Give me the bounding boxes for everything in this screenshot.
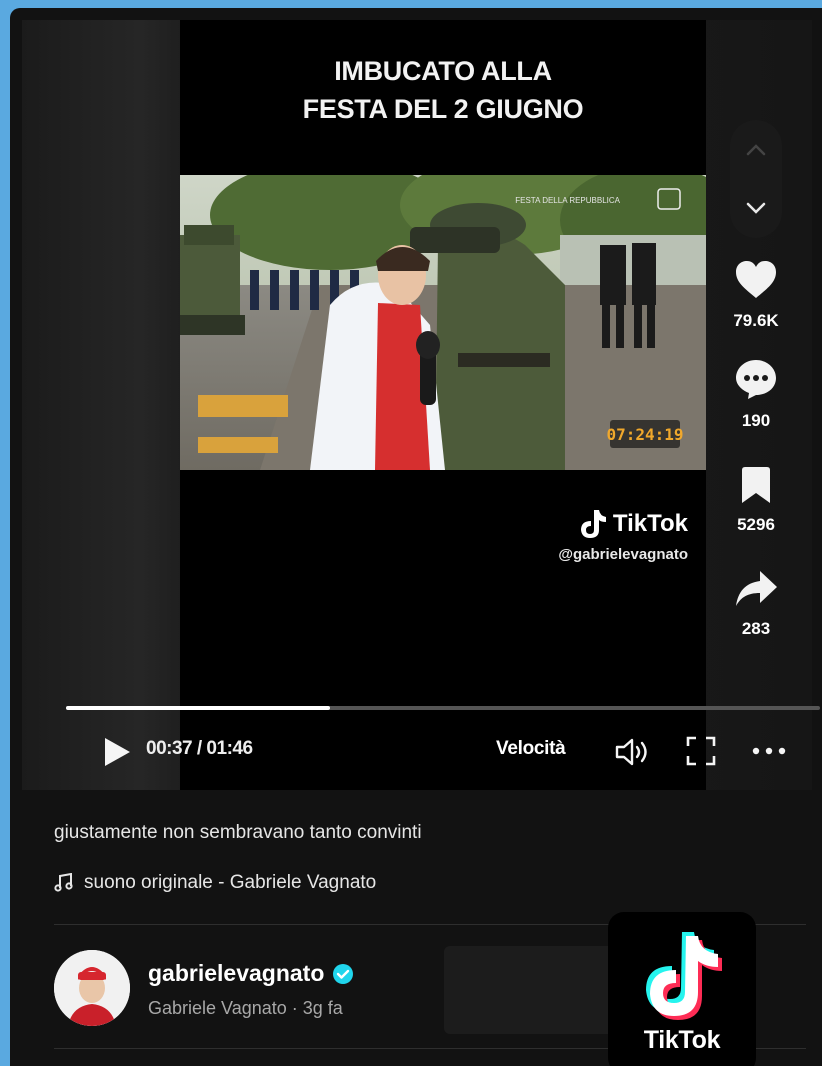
follow-area[interactable] (444, 946, 614, 1034)
heart-icon[interactable] (734, 260, 778, 300)
save-count: 5296 (737, 515, 775, 534)
app-window: IMBUCATO ALLA FESTA DEL 2 GIUGNO 07:24:1… (10, 8, 822, 1066)
progress-bar[interactable] (66, 706, 820, 710)
video-title-line-1: IMBUCATO ALLA (334, 56, 552, 86)
tiktok-logo-icon (646, 932, 722, 1020)
music-title: suono originale - Gabriele Vagnato (84, 872, 377, 893)
share-count: 283 (741, 619, 771, 638)
chevron-down-icon (746, 202, 766, 214)
video-nav (730, 120, 782, 238)
video-channel-overlay: FESTA DELLA REPUBBLICA (515, 196, 620, 205)
more-icon[interactable] (752, 746, 786, 756)
avatar-image (54, 950, 130, 1026)
share-action[interactable]: 283 (720, 570, 792, 639)
comment-count: 190 (741, 411, 771, 430)
next-video-button[interactable] (730, 180, 782, 236)
video-title-overlay: IMBUCATO ALLA FESTA DEL 2 GIUGNO (180, 52, 706, 128)
video-title-line-2: FESTA DEL 2 GIUGNO (302, 94, 584, 124)
bookmark-icon[interactable] (739, 466, 773, 504)
playback-time: 00:37 / 01:46 (146, 738, 253, 759)
volume-icon[interactable] (615, 736, 651, 768)
comment-icon[interactable] (734, 358, 778, 400)
author-display-name: Gabriele Vagnato · 3g fa (148, 998, 343, 1018)
video-clock-overlay: 07:24:19 (606, 425, 683, 444)
progress-fill (66, 706, 330, 710)
comment-action[interactable]: 190 (720, 358, 792, 431)
tiktok-watermark: TikTok @gabrielevagnato (558, 508, 688, 563)
watermark-brand: TikTok (612, 510, 688, 537)
fullscreen-icon[interactable] (686, 736, 716, 766)
tiktok-logo-icon (580, 510, 606, 538)
speed-button[interactable]: Velocità (496, 738, 566, 760)
music-note-icon (54, 873, 73, 892)
previous-video-button[interactable] (730, 122, 782, 178)
play-icon[interactable] (102, 736, 132, 768)
share-icon[interactable] (734, 570, 778, 608)
author-username[interactable]: gabrielevagnato (148, 960, 354, 987)
verified-icon (333, 963, 354, 984)
music-link[interactable]: suono originale - Gabriele Vagnato (54, 872, 376, 894)
video-scene-illustration: 07:24:19 FESTA DELLA REPUBBLICA (180, 175, 706, 470)
like-action[interactable]: 79.6K (720, 260, 792, 331)
avatar[interactable] (54, 950, 130, 1026)
author-username-text: gabrielevagnato (148, 960, 325, 986)
video-still-image: 07:24:19 FESTA DELLA REPUBBLICA (180, 175, 706, 470)
video-player[interactable]: IMBUCATO ALLA FESTA DEL 2 GIUGNO 07:24:1… (22, 20, 820, 790)
post-caption: giustamente non sembravano tanto convint… (54, 822, 422, 843)
save-action[interactable]: 5296 (720, 466, 792, 535)
watermark-handle: @gabrielevagnato (558, 546, 688, 563)
like-count: 79.6K (733, 311, 779, 330)
chevron-up-icon (746, 144, 766, 156)
player-controls: 00:37 / 01:46 Velocità (22, 732, 812, 772)
tiktok-badge: TikTok (608, 912, 756, 1066)
tiktok-badge-label: TikTok (643, 1026, 721, 1054)
video-frame[interactable]: IMBUCATO ALLA FESTA DEL 2 GIUGNO 07:24:1… (180, 20, 706, 790)
